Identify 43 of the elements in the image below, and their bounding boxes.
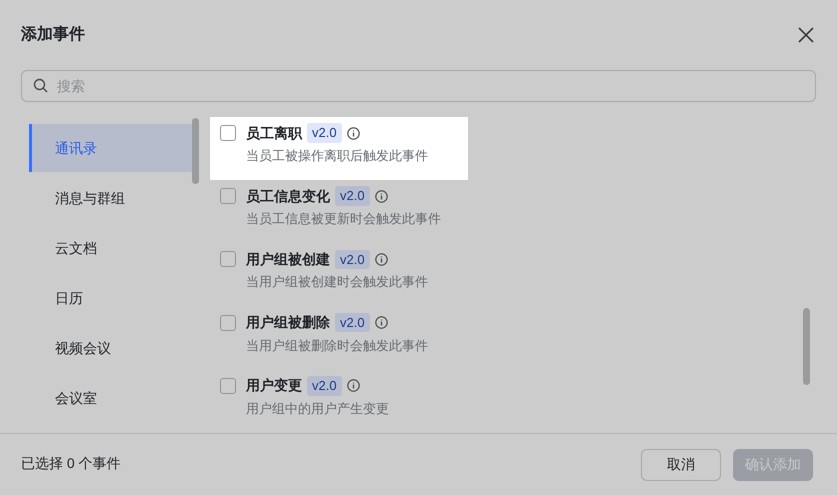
event-description: 当用户组被删除时会触发此事件 [246, 336, 428, 355]
event-name: 用户变更 [246, 376, 302, 396]
scrollbar[interactable] [803, 308, 810, 385]
selection-summary: 已选择 0 个事件 [21, 454, 121, 473]
scrollbar[interactable] [192, 118, 199, 184]
event-row[interactable]: 用户组被创建 v2.0 当用户组被创建时会触发此事件 [210, 243, 468, 307]
category-item[interactable]: 视频会议 [29, 324, 192, 372]
category-item[interactable]: 日历 [29, 274, 192, 322]
version-tag: v2.0 [335, 250, 370, 270]
info-icon[interactable] [346, 126, 360, 140]
checkbox[interactable] [220, 251, 236, 268]
search-icon [33, 78, 48, 93]
event-description: 用户组中的用户产生变更 [246, 400, 389, 418]
checkbox[interactable] [220, 378, 236, 394]
event-description: 当员工信息被更新时会触发此事件 [246, 210, 441, 228]
checkbox[interactable] [220, 125, 236, 141]
info-icon[interactable] [374, 190, 388, 203]
event-description: 当用户组被创建时会触发此事件 [246, 273, 428, 292]
event-name: 员工离职 [246, 124, 302, 142]
cancel-button[interactable]: 取消 [641, 448, 721, 480]
version-tag: v2.0 [307, 123, 342, 143]
checkbox[interactable] [220, 188, 236, 204]
dialog-title: 添加事件 [21, 24, 85, 45]
version-tag: v2.0 [335, 186, 370, 206]
search-field[interactable]: 搜索 [21, 70, 816, 102]
category-item[interactable]: 会议室 [29, 374, 192, 422]
info-icon[interactable] [374, 316, 388, 330]
checkbox[interactable] [220, 314, 236, 331]
category-item[interactable]: 消息与群组 [29, 174, 192, 222]
event-row[interactable]: 员工离职 v2.0 当员工被操作离职后触发此事件 [210, 117, 468, 180]
category-item[interactable]: 云文档 [29, 224, 192, 272]
event-row[interactable]: 员工信息变化 v2.0 当员工信息被更新时会触发此事件 [210, 180, 468, 244]
version-tag: v2.0 [335, 312, 370, 332]
event-row[interactable]: 用户变更 v2.0 用户组中的用户产生变更 [210, 370, 468, 434]
event-name: 员工信息变化 [246, 186, 330, 206]
close-icon[interactable] [797, 26, 815, 44]
info-icon[interactable] [346, 379, 360, 392]
event-row[interactable]: 用户组被删除 v2.0 当用户组被删除时会触发此事件 [210, 306, 468, 370]
info-icon[interactable] [374, 252, 388, 266]
version-tag: v2.0 [307, 376, 342, 396]
event-name: 用户组被删除 [246, 313, 330, 332]
event-description: 当员工被操作离职后触发此事件 [246, 147, 428, 165]
event-name: 用户组被创建 [246, 250, 330, 269]
